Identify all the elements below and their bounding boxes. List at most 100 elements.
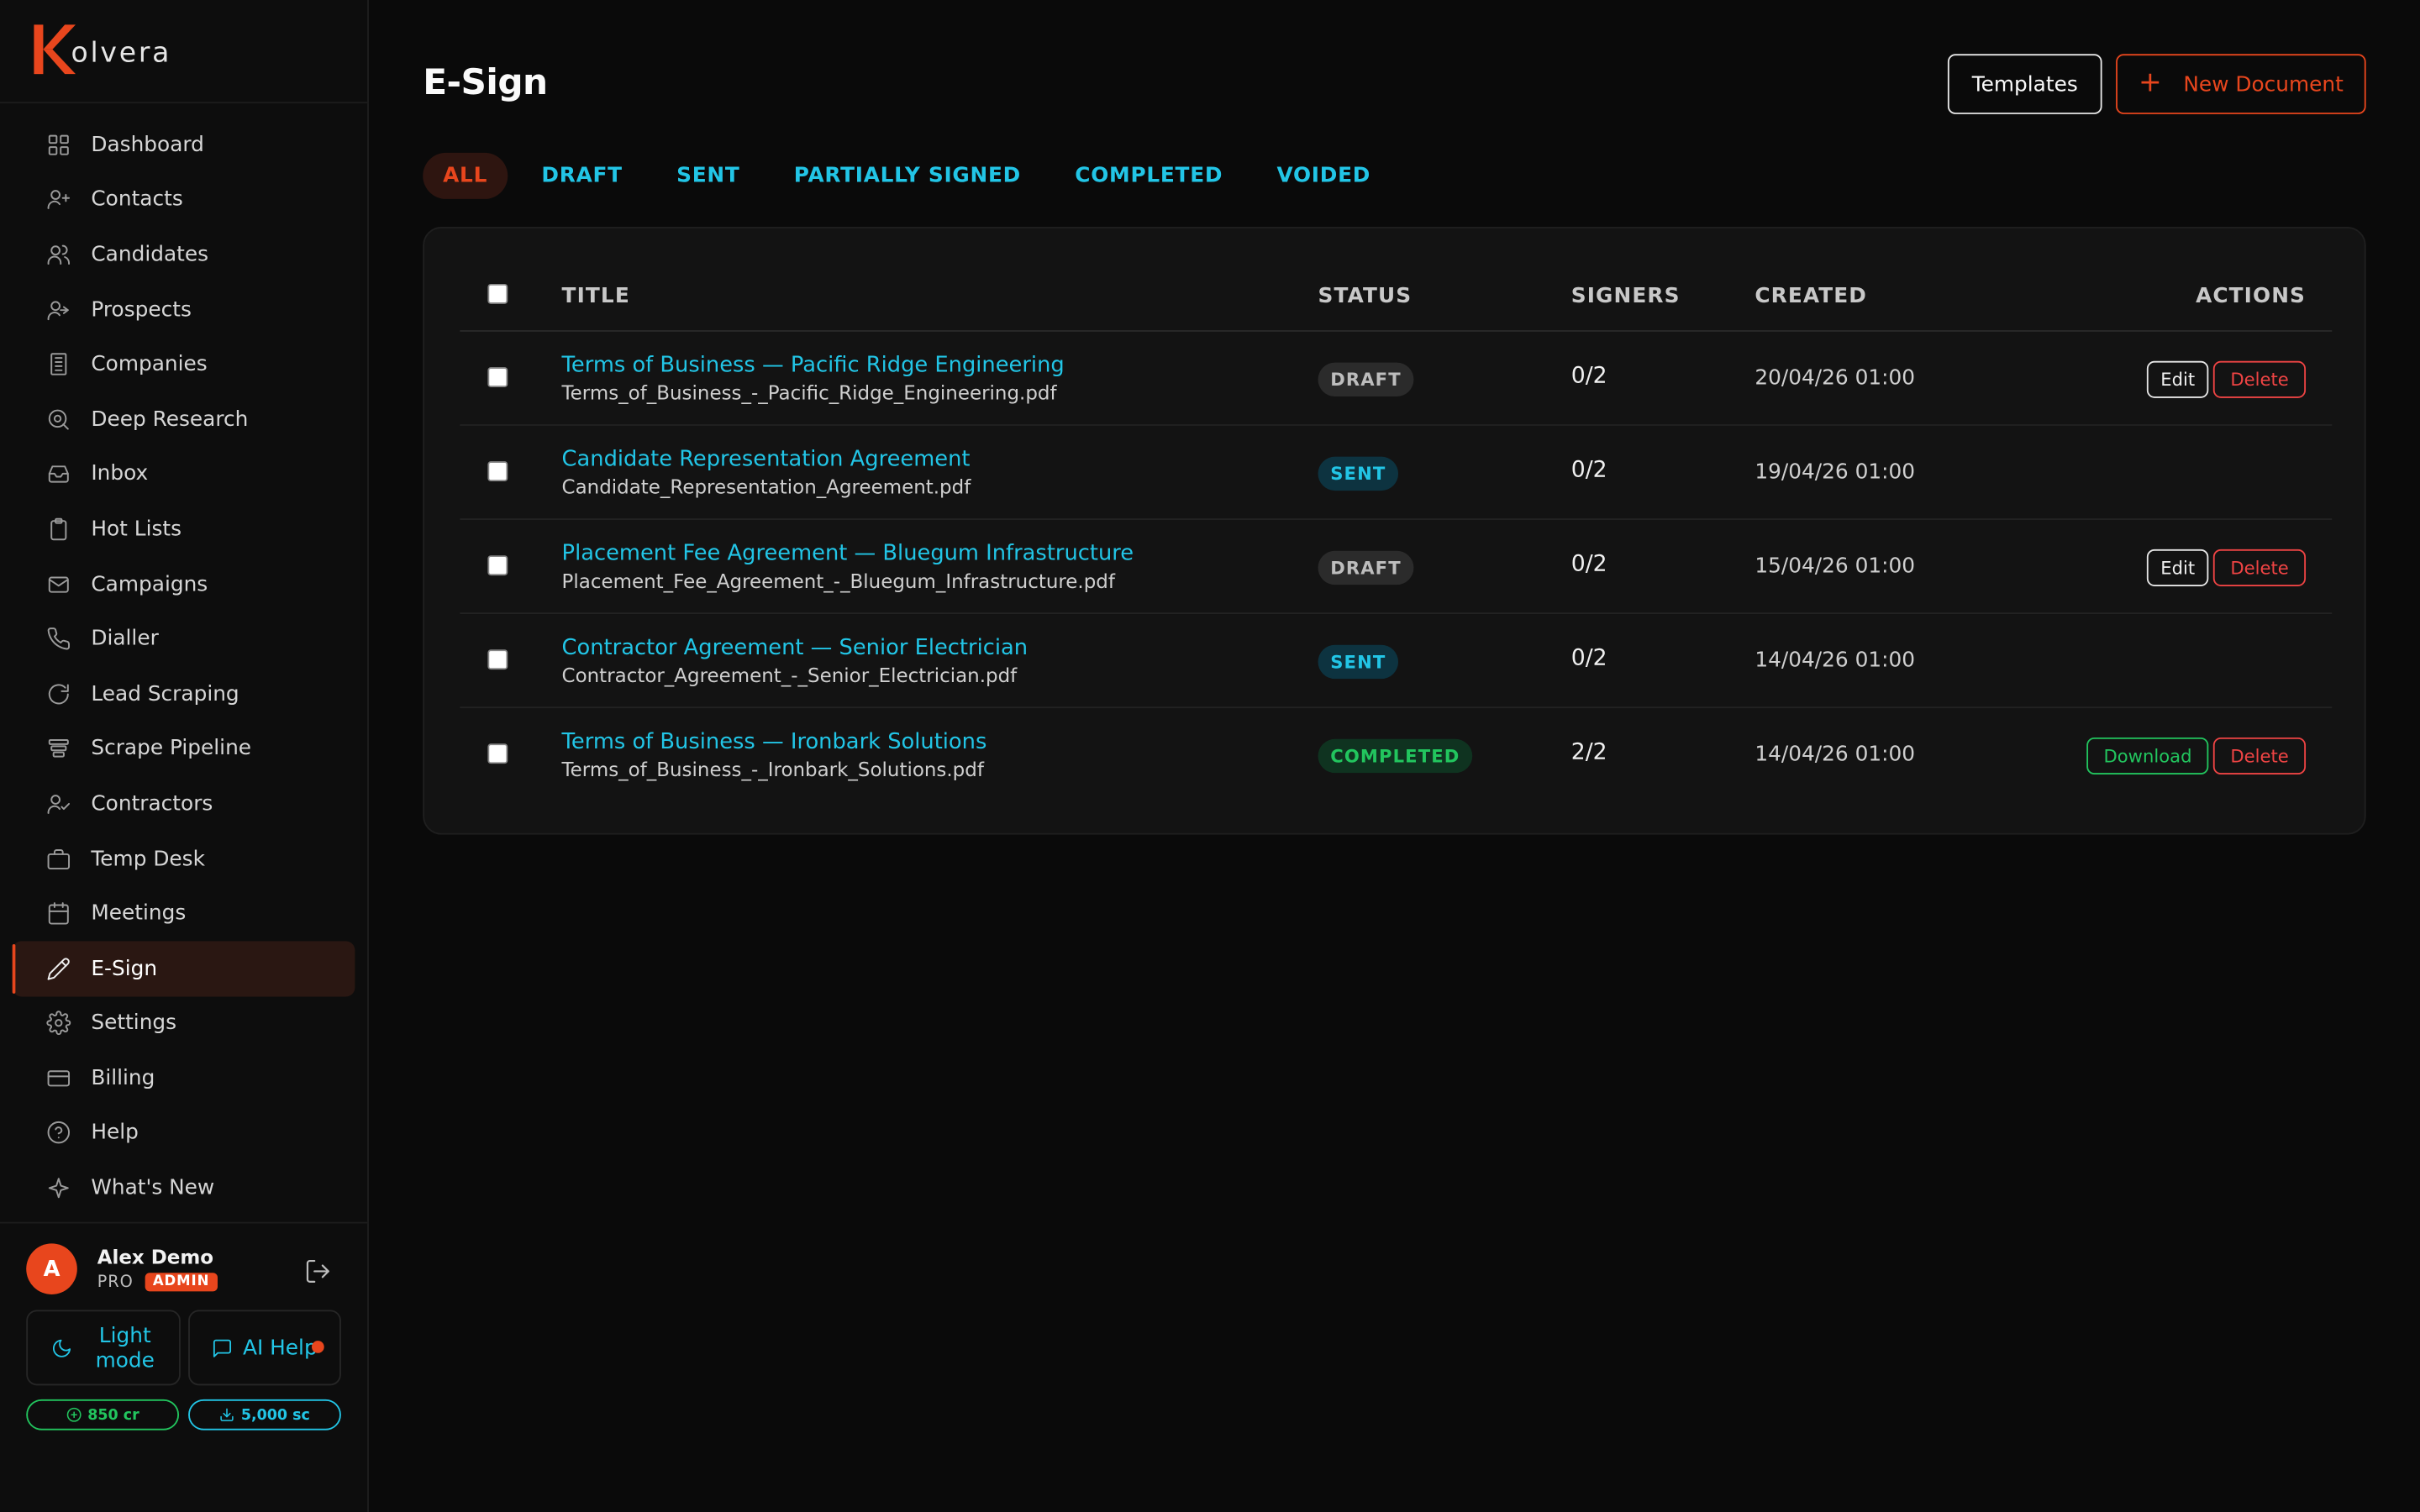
sidebar-item-deep-research[interactable]: Deep Research bbox=[13, 391, 355, 446]
briefcase-icon bbox=[46, 846, 71, 870]
column-status[interactable]: STATUS bbox=[1318, 284, 1413, 308]
layers-icon bbox=[46, 737, 71, 761]
table-row[interactable]: Terms of Business — Ironbark Solutions Te… bbox=[460, 708, 2332, 802]
sidebar-item-e-sign[interactable]: E-Sign bbox=[12, 941, 355, 996]
sidebar-item-label: E-Sign bbox=[91, 956, 158, 981]
sidebar-item-label: Billing bbox=[91, 1065, 155, 1091]
card-icon bbox=[46, 1066, 71, 1090]
delete-button[interactable]: Delete bbox=[2213, 360, 2307, 398]
sidebar-item-label: Settings bbox=[91, 1011, 177, 1036]
sidebar-item-label: Help bbox=[91, 1121, 139, 1146]
new-document-button[interactable]: + New Document bbox=[2116, 54, 2366, 114]
sidebar-item-hot-lists[interactable]: Hot Lists bbox=[13, 501, 355, 556]
document-title-link[interactable]: Terms of Business — Pacific Ridge Engine… bbox=[562, 354, 1065, 378]
sidebar-item-lead-scraping[interactable]: Lead Scraping bbox=[13, 666, 355, 721]
sidebar-item-meetings[interactable]: Meetings bbox=[13, 886, 355, 941]
delete-button[interactable]: Delete bbox=[2213, 549, 2307, 586]
ai-help-button[interactable]: AI Help bbox=[188, 1310, 341, 1386]
sidebar-item-label: Inbox bbox=[91, 461, 149, 487]
grid-icon bbox=[46, 133, 71, 157]
user-profile: A Alex Demo PRO ADMIN bbox=[26, 1243, 350, 1299]
sidebar-item-label: Scrape Pipeline bbox=[91, 736, 252, 762]
row-checkbox[interactable] bbox=[487, 367, 508, 388]
table-row[interactable]: Candidate Representation Agreement Candid… bbox=[460, 426, 2333, 520]
row-checkbox[interactable] bbox=[487, 461, 508, 482]
sidebar-item-scrape-pipeline[interactable]: Scrape Pipeline bbox=[13, 722, 355, 776]
sidebar-item-billing[interactable]: Billing bbox=[13, 1051, 355, 1105]
row-checkbox[interactable] bbox=[487, 649, 508, 670]
column-signers[interactable]: SIGNERS bbox=[1571, 284, 1681, 308]
sidebar-item-label: Campaigns bbox=[91, 571, 208, 596]
sidebar-item-dashboard[interactable]: Dashboard bbox=[13, 118, 355, 172]
document-filename: Placement_Fee_Agreement_-_Bluegum_Infras… bbox=[561, 569, 1115, 593]
column-created[interactable]: CREATED bbox=[1754, 284, 1867, 308]
created-date: 14/04/26 01:00 bbox=[1754, 648, 1916, 673]
document-filename: Terms_of_Business_-_Pacific_Ridge_Engine… bbox=[561, 381, 1057, 405]
sidebar-item-contractors[interactable]: Contractors bbox=[13, 776, 355, 831]
document-title-link[interactable]: Terms of Business — Ironbark Solutions bbox=[562, 730, 987, 754]
document-filename: Contractor_Agreement_-_Senior_Electricia… bbox=[561, 663, 1018, 687]
theme-toggle-label: Light mode bbox=[95, 1322, 155, 1373]
tab-sent[interactable]: SENT bbox=[656, 153, 760, 199]
sidebar-item-label: Prospects bbox=[91, 297, 192, 323]
tab-completed[interactable]: COMPLETED bbox=[1055, 153, 1243, 199]
tab-draft[interactable]: DRAFT bbox=[522, 153, 643, 199]
status-tabs: ALL DRAFT SENT PARTIALLY SIGNED COMPLETED VOI… bbox=[423, 152, 1404, 199]
sparkle-icon bbox=[46, 1176, 71, 1200]
sidebar-item-dialler[interactable]: Dialler bbox=[13, 612, 355, 666]
row-checkbox[interactable] bbox=[487, 743, 508, 764]
scrape-credits-badge[interactable]: 5,000 sc bbox=[188, 1399, 341, 1431]
table-row[interactable]: Terms of Business — Pacific Ridge Engine… bbox=[460, 332, 2333, 426]
tab-all[interactable]: ALL bbox=[423, 152, 508, 199]
status-badge: SENT bbox=[1318, 644, 1399, 680]
table-row[interactable]: Placement Fee Agreement — Bluegum Infras… bbox=[460, 520, 2333, 615]
sidebar-item-label: Companies bbox=[91, 352, 208, 377]
sidebar-item-campaigns[interactable]: Campaigns bbox=[13, 557, 355, 612]
delete-button[interactable]: Delete bbox=[2213, 737, 2307, 775]
row-checkbox[interactable] bbox=[487, 555, 508, 576]
sidebar-item-what-s-new[interactable]: What's New bbox=[13, 1161, 355, 1215]
table-row[interactable]: Contractor Agreement — Senior Electricia… bbox=[460, 614, 2333, 709]
sidebar-item-contacts[interactable]: Contacts bbox=[13, 172, 355, 227]
mail-icon bbox=[46, 572, 71, 596]
sidebar-item-label: Lead Scraping bbox=[91, 681, 239, 706]
download-icon bbox=[220, 1408, 234, 1421]
credits-badge[interactable]: 850 cr bbox=[26, 1399, 180, 1431]
signers-count: 0/2 bbox=[1570, 646, 1607, 671]
edit-button[interactable]: Edit bbox=[2146, 549, 2209, 586]
sidebar-item-settings[interactable]: Settings bbox=[13, 996, 355, 1051]
logout-icon[interactable] bbox=[304, 1257, 332, 1285]
sidebar-item-help[interactable]: Help bbox=[13, 1105, 355, 1160]
templates-button[interactable]: Templates bbox=[1947, 54, 2102, 114]
tab-voided[interactable]: VOIDED bbox=[1257, 153, 1391, 199]
status-badge: COMPLETED bbox=[1318, 738, 1473, 774]
sidebar-item-label: Meetings bbox=[91, 900, 187, 927]
sidebar-item-candidates[interactable]: Candidates bbox=[13, 227, 355, 281]
select-all-checkbox[interactable] bbox=[487, 283, 508, 304]
logo-mark-icon bbox=[31, 24, 77, 76]
download-button[interactable]: Download bbox=[2086, 737, 2209, 775]
gear-icon bbox=[46, 1011, 71, 1036]
sidebar-item-label: Dashboard bbox=[91, 132, 204, 157]
coin-icon bbox=[66, 1407, 82, 1422]
sidebar-item-label: Temp Desk bbox=[91, 846, 205, 871]
sidebar-item-label: What's New bbox=[91, 1175, 215, 1201]
column-title[interactable]: TITLE bbox=[562, 284, 630, 308]
plan-label: PRO bbox=[97, 1273, 134, 1292]
document-title-link[interactable]: Contractor Agreement — Senior Electricia… bbox=[562, 636, 1028, 660]
sidebar-item-inbox[interactable]: Inbox bbox=[13, 447, 355, 501]
logo[interactable]: olvera bbox=[31, 22, 171, 77]
column-actions: ACTIONS bbox=[2196, 283, 2307, 309]
edit-button[interactable]: Edit bbox=[2146, 360, 2209, 398]
theme-toggle-button[interactable]: Light mode bbox=[26, 1310, 181, 1386]
new-document-label: New Document bbox=[2183, 71, 2344, 97]
sidebar-item-prospects[interactable]: Prospects bbox=[13, 282, 355, 337]
status-badge: DRAFT bbox=[1318, 550, 1414, 585]
tab-partially-signed[interactable]: PARTIALLY SIGNED bbox=[774, 153, 1041, 199]
document-title-link[interactable]: Placement Fee Agreement — Bluegum Infras… bbox=[562, 542, 1134, 566]
avatar[interactable]: A bbox=[26, 1243, 77, 1294]
document-title-link[interactable]: Candidate Representation Agreement bbox=[562, 448, 971, 472]
sidebar-item-temp-desk[interactable]: Temp Desk bbox=[13, 831, 355, 885]
sidebar-item-companies[interactable]: Companies bbox=[13, 337, 355, 391]
sidebar-nav: Dashboard Contacts Candidates Prospects Comp… bbox=[12, 118, 355, 1216]
